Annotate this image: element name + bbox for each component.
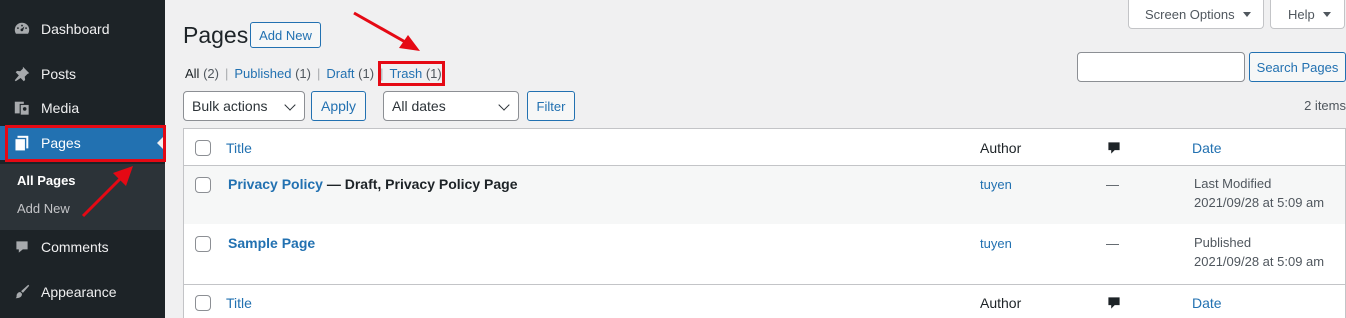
menu-item-appearance[interactable]: Appearance [0, 275, 165, 309]
row-title-cell: Privacy Policy — Draft, Privacy Policy P… [228, 176, 517, 192]
author-link[interactable]: tuyen [980, 236, 1012, 251]
menu-item-media[interactable]: Media [0, 91, 165, 125]
bulk-actions-value: Bulk actions [192, 98, 268, 114]
comment-icon [12, 237, 32, 257]
items-count: 2 items [1304, 98, 1346, 113]
row-title-link[interactable]: Sample Page [228, 235, 315, 251]
date-status: Published [1194, 235, 1252, 250]
menu-label: Appearance [41, 284, 117, 300]
menu-label: Posts [41, 66, 77, 82]
media-icon [12, 98, 32, 118]
add-new-button[interactable]: Add New [250, 22, 321, 48]
menu-label: Dashboard [41, 21, 110, 37]
screen-options-button[interactable]: Screen Options [1128, 0, 1264, 29]
pages-table: Title Author Date Privacy Policy — Draft… [183, 128, 1346, 318]
search-pages-button[interactable]: Search Pages [1249, 52, 1346, 82]
pages-submenu: All Pages Add New [0, 164, 165, 230]
post-state: — Draft, Privacy Policy Page [322, 176, 518, 192]
separator: | [316, 66, 321, 81]
apply-button[interactable]: Apply [311, 91, 366, 121]
submenu-all-pages[interactable]: All Pages [17, 173, 76, 188]
table-footer-row: Title Author Date [184, 285, 1345, 318]
menu-item-dashboard[interactable]: Dashboard [0, 12, 165, 46]
table-row: Privacy Policy — Draft, Privacy Policy P… [184, 166, 1345, 224]
submenu-add-new[interactable]: Add New [17, 201, 70, 216]
dates-select[interactable]: All dates [383, 91, 519, 121]
help-label: Help [1288, 6, 1315, 22]
select-all-checkbox[interactable] [195, 140, 211, 156]
screen-options-label: Screen Options [1145, 6, 1235, 22]
search-input[interactable] [1077, 52, 1245, 82]
help-button[interactable]: Help [1270, 0, 1345, 29]
brush-icon [12, 282, 32, 302]
view-draft[interactable]: Draft [326, 66, 354, 81]
filter-button[interactable]: Filter [527, 91, 575, 121]
column-title-sort[interactable]: Title [226, 140, 252, 156]
view-all-count: (2) [203, 66, 219, 81]
comment-count: — [1106, 177, 1119, 192]
row-title-link[interactable]: Privacy Policy [228, 176, 323, 192]
caret-down-icon [1242, 11, 1251, 17]
menu-item-posts[interactable]: Posts [0, 57, 165, 91]
date-status: Last Modified [1194, 176, 1272, 191]
view-published[interactable]: Published [234, 66, 291, 81]
column-author: Author [980, 295, 1022, 311]
annotation-arrow-trash [353, 11, 420, 51]
column-date-sort[interactable]: Date [1192, 140, 1222, 156]
menu-item-comments[interactable]: Comments [0, 230, 165, 264]
comment-icon[interactable] [1107, 141, 1121, 155]
annotation-box-trash [378, 61, 445, 86]
date-value: 2021/09/28 at 5:09 am [1194, 254, 1325, 269]
menu-label: Media [41, 100, 80, 116]
comment-count: — [1106, 236, 1119, 251]
menu-label: Comments [41, 239, 109, 255]
column-author: Author [980, 140, 1022, 156]
dashboard-icon [12, 19, 32, 39]
bulk-actions-select[interactable]: Bulk actions [183, 91, 305, 121]
page-title: Pages [183, 22, 249, 48]
column-title-sort[interactable]: Title [226, 295, 252, 311]
view-all[interactable]: All [185, 66, 199, 81]
comment-icon[interactable] [1107, 296, 1121, 310]
pin-icon [12, 64, 32, 84]
table-row: Sample Page tuyen — Published 2021/09/28… [184, 224, 1345, 284]
row-checkbox[interactable] [195, 236, 211, 252]
author-link[interactable]: tuyen [980, 177, 1012, 192]
chevron-down-icon [284, 99, 296, 111]
caret-down-icon [1322, 11, 1331, 17]
select-all-checkbox[interactable] [195, 295, 211, 311]
dates-value: All dates [392, 98, 446, 114]
column-date-sort[interactable]: Date [1192, 295, 1222, 311]
separator: | [224, 66, 229, 81]
date-value: 2021/09/28 at 5:09 am [1194, 195, 1325, 210]
view-draft-count: (1) [358, 66, 375, 81]
chevron-down-icon [498, 99, 510, 111]
view-published-count: (1) [295, 66, 311, 81]
annotation-box-pages-menu [5, 125, 166, 162]
table-header-row: Title Author Date [184, 129, 1345, 165]
row-checkbox[interactable] [195, 177, 211, 193]
